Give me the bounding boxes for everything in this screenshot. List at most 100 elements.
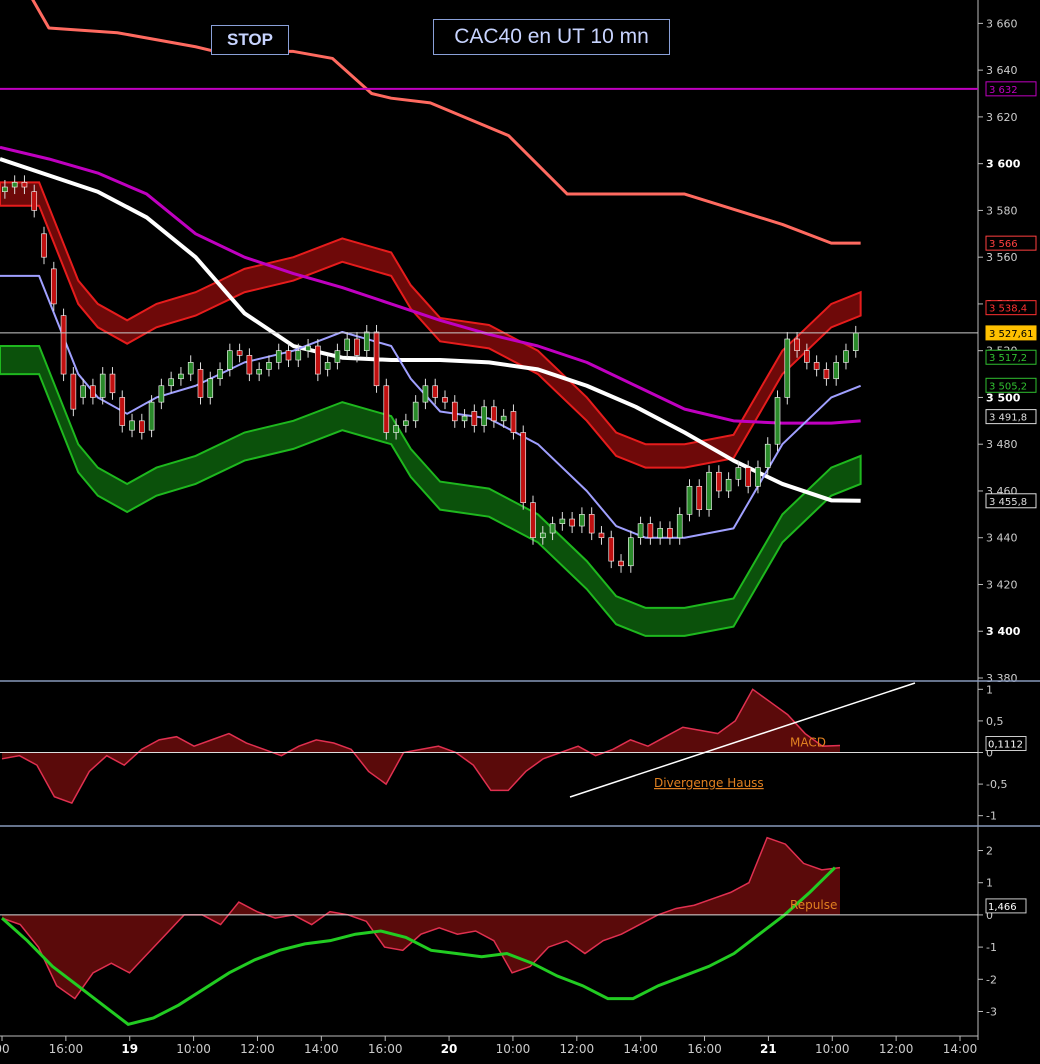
y-tick-label: 3 660 xyxy=(986,17,1018,30)
candle-body xyxy=(755,467,761,487)
candle-body xyxy=(422,385,429,403)
candle-body xyxy=(559,518,566,524)
candle-body xyxy=(256,369,262,375)
candle-body xyxy=(129,420,135,431)
price-label: 3 517,2 xyxy=(989,353,1027,364)
chart-title: CAC40 en UT 10 mn xyxy=(433,19,670,55)
candle-body xyxy=(285,350,292,361)
candle-body xyxy=(99,373,106,398)
candle-body xyxy=(305,345,311,351)
candle-body xyxy=(716,471,722,492)
price-label: 3 538,4 xyxy=(989,304,1027,315)
price-label: 3 566 xyxy=(989,239,1018,250)
y-tick-label: 3 600 xyxy=(986,158,1021,171)
y-tick-label: 3 440 xyxy=(986,532,1018,545)
candle-body xyxy=(344,338,350,351)
candle-body xyxy=(510,411,517,433)
candle-body xyxy=(393,425,399,433)
candle-body xyxy=(90,385,96,398)
y-tick-label: 3 420 xyxy=(986,578,1018,591)
y-tick-label: 3 620 xyxy=(986,111,1018,124)
candle-body xyxy=(794,338,800,351)
candle-body xyxy=(266,362,272,370)
candle-body xyxy=(70,373,77,410)
candle-body xyxy=(628,537,634,567)
candle-body xyxy=(11,182,18,188)
candle-body xyxy=(833,362,839,380)
macd-annotation: Divergenge Hauss xyxy=(654,776,764,790)
x-tick-label: 10:00 xyxy=(496,1042,531,1056)
y-tick-label: 3 500 xyxy=(986,391,1021,404)
macd-value-label: 0,1112 xyxy=(988,740,1023,751)
candle-body xyxy=(843,350,849,363)
x-tick-label: 16:00 xyxy=(368,1042,403,1056)
candle-body xyxy=(706,471,712,510)
x-tick-label: 19 xyxy=(121,1042,138,1056)
candle-body xyxy=(275,350,282,363)
x-tick-label: 12:00 xyxy=(879,1042,914,1056)
candle-body xyxy=(471,411,478,426)
candle-body xyxy=(363,331,370,351)
candle-body xyxy=(41,233,47,258)
candle-body xyxy=(80,385,86,398)
chart-stage: 3 6603 6403 6203 6003 5803 5603 5403 520… xyxy=(0,0,1040,1056)
candle-body xyxy=(432,385,439,398)
macd-label: MACD xyxy=(790,736,826,750)
candle-body xyxy=(813,362,820,370)
x-tick-label: 16:00 xyxy=(49,1042,84,1056)
candle-body xyxy=(823,369,830,380)
stop-badge: STOP xyxy=(211,25,289,55)
candle-body xyxy=(383,385,390,433)
candle-body xyxy=(324,362,331,370)
candle-body xyxy=(60,315,67,375)
price-label: 3 632 xyxy=(989,85,1018,96)
candle-body xyxy=(168,378,174,387)
candle-body xyxy=(158,385,165,403)
repulse-label: Repulse xyxy=(790,898,837,912)
candle-body xyxy=(686,485,693,515)
repulse-y-tick-label: 2 xyxy=(986,845,993,858)
repulse-y-tick-label: -1 xyxy=(986,941,997,954)
candle-body xyxy=(109,373,116,394)
candle-body xyxy=(735,467,742,480)
candle-body xyxy=(178,373,184,380)
candle-body xyxy=(667,528,673,539)
candle-body xyxy=(373,331,380,387)
candle-body xyxy=(598,532,605,539)
candle-body xyxy=(520,432,527,503)
candle-body xyxy=(539,532,546,539)
candle-body xyxy=(696,485,703,510)
candle-body xyxy=(500,415,507,422)
x-tick-label: 20 xyxy=(441,1042,458,1056)
candle-body xyxy=(481,406,487,426)
candle-body xyxy=(608,537,615,562)
price-label: 3 505,2 xyxy=(989,381,1027,392)
x-tick-label: 14:00 xyxy=(943,1042,978,1056)
price-label: 3 491,8 xyxy=(989,413,1027,424)
candle-body xyxy=(676,514,683,539)
x-axis: 00 16:00 19 10:00 12:00 14:00 16:00 20 10:00 12:0… xyxy=(0,1035,978,1056)
main-price-panel: 3 6603 6403 6203 6003 5803 5603 5403 520… xyxy=(0,0,1037,1040)
candle-body xyxy=(588,514,595,534)
y-tick-label: 3 640 xyxy=(986,64,1018,77)
x-tick-label: 12:00 xyxy=(240,1042,275,1056)
candle-body xyxy=(774,397,781,445)
repulse-panel: 210-1-2-31,466Repulse xyxy=(0,825,1040,1026)
candle-body xyxy=(852,332,859,351)
candle-body xyxy=(784,338,791,398)
candle-body xyxy=(657,528,663,539)
candle-body xyxy=(50,268,57,305)
candle-body xyxy=(804,350,810,363)
candle-body xyxy=(461,415,468,422)
candle-body xyxy=(197,369,204,398)
candle-body xyxy=(2,186,8,193)
x-tick-label: 21 xyxy=(760,1042,777,1056)
candle-body xyxy=(442,397,448,403)
candle-body xyxy=(21,182,28,188)
x-tick-label: 12:00 xyxy=(560,1042,595,1056)
macd-y-tick-label: -1 xyxy=(986,810,997,823)
candle-body xyxy=(236,350,243,356)
repulse-y-tick-label: 1 xyxy=(986,877,993,890)
candle-body xyxy=(246,355,253,375)
candle-body xyxy=(207,378,214,398)
